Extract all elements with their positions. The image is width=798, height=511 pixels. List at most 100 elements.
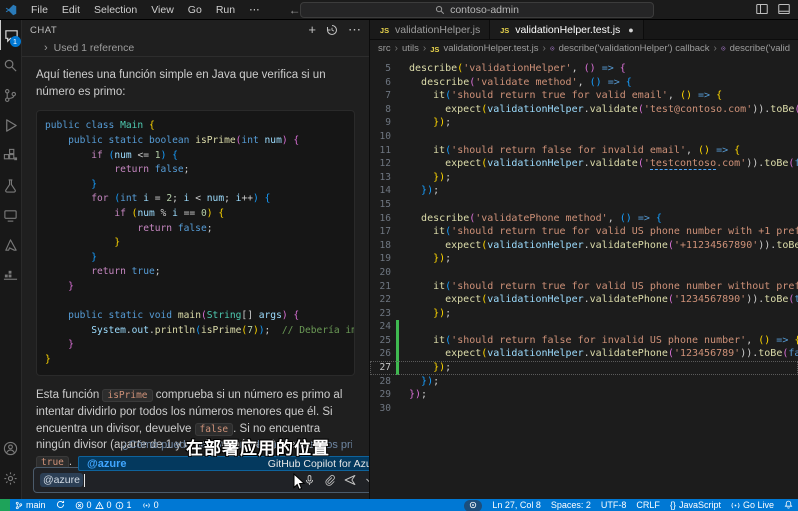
breadcrumb[interactable]: src › utils › JS validationHelper.test.j… <box>370 40 798 56</box>
suggestion-command[interactable]: @azure <box>87 458 126 470</box>
problems-indicator[interactable]: 0 0 1 <box>70 499 137 511</box>
breadcrumb-utils[interactable]: utils <box>402 43 419 54</box>
activity-source-control[interactable] <box>0 80 22 110</box>
menu-file[interactable]: File <box>24 0 55 19</box>
java-code-block[interactable]: public class Main { public static boolea… <box>36 110 355 376</box>
warning-icon <box>95 501 104 510</box>
toggle-panel-icon[interactable] <box>756 3 768 15</box>
unsaved-dot-icon[interactable]: ● <box>628 25 633 35</box>
copilot-badge: 1 <box>10 36 21 47</box>
js-file-icon: JS <box>430 43 439 54</box>
breadcrumb-separator: › <box>714 43 717 54</box>
menu-selection[interactable]: Selection <box>87 0 144 19</box>
references-row[interactable]: › Used 1 reference <box>22 40 369 57</box>
js-file-icon: JS <box>499 24 510 35</box>
bell-icon <box>784 500 793 509</box>
code-editor[interactable]: 5describe('validationHelper', () => {6 d… <box>370 56 798 499</box>
menu-more[interactable]: ⋯ <box>242 0 267 19</box>
message-intro: Aquí tienes una función simple en Java q… <box>36 67 355 100</box>
editor-group: JS validationHelper.js JS validationHelp… <box>370 20 798 499</box>
breadcrumb-describe-outer[interactable]: describe('validationHelper') callback <box>559 43 710 54</box>
language-mode[interactable]: {} JavaScript <box>665 499 726 511</box>
activity-run-debug[interactable] <box>0 110 22 140</box>
breadcrumb-separator: › <box>395 43 398 54</box>
chat-panel: CHAT + ⋯ › Used 1 reference Aquí tienes … <box>22 20 370 499</box>
attach-paperclip-icon[interactable] <box>324 474 335 486</box>
chevron-right-icon: › <box>44 42 48 54</box>
activity-extensions[interactable] <box>0 140 22 170</box>
ports-indicator[interactable]: 0 <box>137 499 164 511</box>
tab-validationHelper-test-js[interactable]: JS validationHelper.test.js ● <box>490 20 644 39</box>
references-label: Used 1 reference <box>54 42 135 54</box>
send-icon[interactable] <box>344 474 356 486</box>
remote-indicator[interactable] <box>0 499 10 511</box>
assistant-message: Aquí tienes una función simple en Java q… <box>22 57 369 471</box>
status-bar: main 0 0 1 0 Ln 27, Col 8 Spaces: 2 UTF- <box>0 499 798 511</box>
eol-sequence[interactable]: CRLF <box>631 499 665 511</box>
activity-search[interactable] <box>0 50 22 80</box>
remote-status-pill[interactable] <box>459 499 487 511</box>
send-dropdown-chevron-icon[interactable] <box>365 476 370 484</box>
text-caret <box>84 474 85 487</box>
breadcrumb-file[interactable]: validationHelper.test.js <box>443 43 538 54</box>
info-icon <box>115 501 124 510</box>
chat-panel-title: CHAT <box>30 25 57 36</box>
tab-validationHelper-js[interactable]: JS validationHelper.js <box>370 20 490 39</box>
title-bar: File Edit Selection View Go Run ⋯ ← → co… <box>0 0 798 20</box>
broadcast-icon <box>142 501 151 510</box>
breadcrumb-separator: › <box>423 43 426 54</box>
error-count: 0 <box>87 500 92 510</box>
tab-label: validationHelper.js <box>395 24 480 36</box>
test-symbol-icon <box>550 44 555 53</box>
activity-bar: 1 <box>0 20 22 499</box>
video-subtitle-overlay: 在部署应用的位置 <box>186 434 330 459</box>
branch-indicator[interactable]: main <box>10 499 51 511</box>
activity-azure[interactable] <box>0 230 22 260</box>
suggestion-extension-name: GitHub Copilot for Azure <box>268 458 370 470</box>
settings-gear-icon[interactable] <box>0 463 22 493</box>
tab-bar: JS validationHelper.js JS validationHelp… <box>370 20 798 40</box>
workspace-name: contoso-admin <box>450 4 519 16</box>
cursor-position[interactable]: Ln 27, Col 8 <box>487 499 546 511</box>
indentation[interactable]: Spaces: 2 <box>546 499 596 511</box>
activity-testing[interactable] <box>0 170 22 200</box>
command-center[interactable]: contoso-admin <box>300 2 654 18</box>
chat-history-icon[interactable] <box>326 24 338 36</box>
info-count: 1 <box>127 500 132 510</box>
menu-go[interactable]: Go <box>181 0 209 19</box>
breadcrumb-src[interactable]: src <box>378 43 391 54</box>
notifications-bell[interactable] <box>779 499 798 510</box>
breadcrumb-separator: › <box>543 43 546 54</box>
account-icon[interactable] <box>0 433 22 463</box>
warning-count: 0 <box>107 500 112 510</box>
menu-view[interactable]: View <box>144 0 181 19</box>
new-chat-button[interactable]: + <box>308 24 316 36</box>
vscode-window: File Edit Selection View Go Run ⋯ ← → co… <box>0 0 798 511</box>
test-symbol-icon <box>721 44 726 53</box>
menu-edit[interactable]: Edit <box>55 0 87 19</box>
nav-back-icon[interactable]: ← <box>289 3 301 17</box>
tab-label: validationHelper.test.js <box>515 24 620 36</box>
chat-more-actions[interactable]: ⋯ <box>348 24 361 36</box>
js-file-icon: JS <box>379 24 390 35</box>
menu-run[interactable]: Run <box>209 0 242 19</box>
chat-header: CHAT + ⋯ <box>22 20 369 40</box>
mouse-cursor <box>293 473 306 491</box>
vscode-logo-icon <box>4 4 18 16</box>
layout-icon[interactable] <box>778 3 790 15</box>
breadcrumb-describe-inner[interactable]: describe('valid <box>730 43 790 54</box>
git-branch-icon <box>15 501 23 510</box>
go-live-icon <box>731 501 740 510</box>
go-live-button[interactable]: Go Live <box>726 499 779 511</box>
target-icon <box>469 501 477 509</box>
ports-count: 0 <box>154 500 159 510</box>
sync-button[interactable] <box>51 499 70 510</box>
activity-docker[interactable] <box>0 260 22 290</box>
activity-copilot-chat[interactable]: 1 <box>0 20 22 50</box>
braces-icon: {} <box>670 500 676 510</box>
activity-remote-explorer[interactable] <box>0 200 22 230</box>
sync-icon <box>56 500 65 509</box>
branch-name: main <box>26 500 46 510</box>
search-icon <box>435 5 445 15</box>
encoding[interactable]: UTF-8 <box>596 499 632 511</box>
